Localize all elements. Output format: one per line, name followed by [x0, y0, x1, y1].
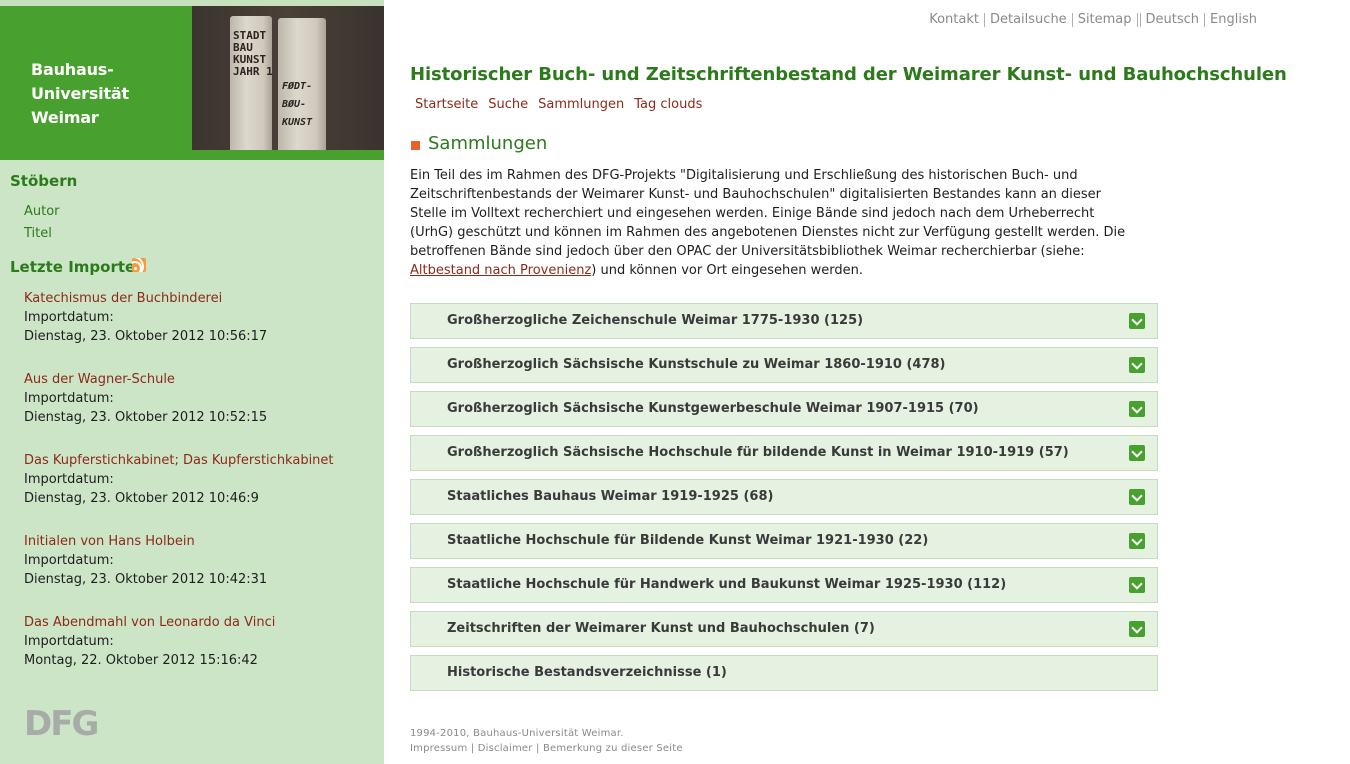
- top-navigation: Kontakt Detailsuche Sitemap Deutsch English: [924, 12, 1262, 27]
- import-title-link[interactable]: Aus der Wagner-Schule: [24, 370, 267, 389]
- collection-row[interactable]: Großherzoglich Sächsische Hochschule für…: [410, 435, 1158, 471]
- collection-label[interactable]: Staatliches Bauhaus Weimar 1919-1925 (68…: [447, 489, 773, 504]
- section-title: Sammlungen: [428, 133, 548, 154]
- import-date-value: Dienstag, 23. Oktober 2012 10:52:15: [24, 410, 268, 425]
- expand-chevron-icon[interactable]: [1129, 357, 1145, 373]
- breadcrumb: Startseite Suche Sammlungen Tag clouds: [415, 97, 712, 112]
- import-title-link[interactable]: Das Abendmahl von Leonardo da Vinci: [24, 613, 275, 632]
- collection-row[interactable]: Staatliches Bauhaus Weimar 1919-1925 (68…: [410, 479, 1158, 515]
- breadcrumb-home[interactable]: Startseite: [415, 97, 478, 112]
- browse-link-title[interactable]: Titel: [24, 226, 52, 241]
- breadcrumb-collections[interactable]: Sammlungen: [538, 97, 624, 112]
- provenance-link[interactable]: Altbestand nach Provenienz: [410, 263, 591, 278]
- import-title-link[interactable]: Katechismus der Buchbinderei: [24, 289, 267, 308]
- collection-row[interactable]: Zeitschriften der Weimarer Kunst und Bau…: [410, 611, 1158, 647]
- footer-link-disclaimer[interactable]: Disclaimer: [478, 743, 533, 754]
- logo-line-3: Weimar: [31, 108, 99, 127]
- collection-label[interactable]: Staatliche Hochschule für Handwerk und B…: [447, 577, 1006, 592]
- collection-label[interactable]: Zeitschriften der Weimarer Kunst und Bau…: [447, 621, 875, 636]
- section-bullet-icon: [411, 141, 420, 150]
- book-spine-2-text: FØDT- BØU- KUNST: [282, 81, 313, 128]
- import-date-label: Importdatum:: [24, 472, 114, 487]
- collection-row[interactable]: Historische Bestandsverzeichnisse (1): [410, 655, 1158, 691]
- nav-link-contact[interactable]: Kontakt: [924, 12, 984, 27]
- collection-row[interactable]: Staatliche Hochschule für Handwerk und B…: [410, 567, 1158, 603]
- nav-link-sitemap[interactable]: Sitemap: [1073, 12, 1137, 27]
- import-date-value: Dienstag, 23. Oktober 2012 10:56:17: [24, 329, 268, 344]
- book-spine-2: FØDT- BØU- KUNST: [278, 18, 326, 150]
- import-item: Das Abendmahl von Leonardo da Vinci Impo…: [24, 613, 275, 670]
- footer-links: Impressum | Disclaimer | Bemerkung zu di…: [410, 743, 683, 754]
- logo-line-1: Bauhaus-: [31, 60, 114, 79]
- import-date-value: Dienstag, 23. Oktober 2012 10:42:31: [24, 572, 268, 587]
- import-date-label: Importdatum:: [24, 553, 114, 568]
- collection-label[interactable]: Großherzoglich Sächsische Kunstschule zu…: [447, 357, 946, 372]
- collection-label[interactable]: Großherzogliche Zeichenschule Weimar 177…: [447, 313, 863, 328]
- import-item: Initialen von Hans Holbein Importdatum: …: [24, 532, 267, 589]
- browse-link-author[interactable]: Autor: [24, 204, 60, 219]
- footer-link-page-comment[interactable]: Bemerkung zu dieser Seite: [543, 743, 683, 754]
- footer: 1994-2010, Bauhaus-Universität Weimar. I…: [410, 726, 683, 756]
- intro-text-part-2: ) und können vor Ort eingesehen werden.: [591, 263, 863, 278]
- import-title-link[interactable]: Initialen von Hans Holbein: [24, 532, 267, 551]
- expand-chevron-icon[interactable]: [1129, 445, 1145, 461]
- breadcrumb-tag-clouds[interactable]: Tag clouds: [634, 97, 702, 112]
- collection-row[interactable]: Großherzogliche Zeichenschule Weimar 177…: [410, 303, 1158, 339]
- book-spine-1: STADT BAU KUNST JAHR 1: [230, 16, 273, 150]
- import-date-label: Importdatum:: [24, 310, 114, 325]
- browse-heading: Stöbern: [10, 172, 78, 190]
- intro-text-part-1: Ein Teil des im Rahmen des DFG-Projekts …: [410, 168, 1126, 259]
- collection-row[interactable]: Großherzoglich Sächsische Kunstgewerbesc…: [410, 391, 1158, 427]
- page-title: Historischer Buch- und Zeitschriftenbest…: [410, 64, 1287, 85]
- expand-chevron-icon[interactable]: [1129, 313, 1145, 329]
- book-spine-1-text: STADT BAU KUNST JAHR 1: [233, 29, 273, 78]
- university-logo[interactable]: Bauhaus- Universität Weimar: [0, 6, 192, 152]
- expand-chevron-icon[interactable]: [1129, 489, 1145, 505]
- expand-chevron-icon[interactable]: [1129, 621, 1145, 637]
- university-logo-text: Bauhaus- Universität Weimar: [31, 58, 129, 130]
- collection-label[interactable]: Staatliche Hochschule für Bildende Kunst…: [447, 533, 928, 548]
- nav-link-english[interactable]: English: [1205, 12, 1262, 27]
- import-item: Das Kupferstichkabinet; Das Kupferstichk…: [24, 451, 334, 508]
- header-green-bar: [0, 150, 384, 160]
- expand-chevron-icon[interactable]: [1129, 533, 1145, 549]
- import-date-label: Importdatum:: [24, 391, 114, 406]
- latest-imports-heading: Letzte Importe: [10, 258, 136, 276]
- intro-text: Ein Teil des im Rahmen des DFG-Projekts …: [410, 166, 1135, 280]
- nav-separator: [1136, 12, 1138, 27]
- import-title-link[interactable]: Das Kupferstichkabinet; Das Kupferstichk…: [24, 451, 334, 470]
- footer-link-imprint[interactable]: Impressum: [410, 743, 467, 754]
- rss-feed-icon[interactable]: [132, 258, 146, 272]
- import-item: Katechismus der Buchbinderei Importdatum…: [24, 289, 267, 346]
- collection-row[interactable]: Großherzoglich Sächsische Kunstschule zu…: [410, 347, 1158, 383]
- collection-label[interactable]: Großherzoglich Sächsische Kunstgewerbesc…: [447, 401, 979, 416]
- nav-link-german[interactable]: Deutsch: [1141, 12, 1205, 27]
- expand-chevron-icon[interactable]: [1129, 401, 1145, 417]
- import-date-value: Montag, 22. Oktober 2012 15:16:42: [24, 653, 258, 668]
- breadcrumb-search[interactable]: Suche: [488, 97, 528, 112]
- collection-label[interactable]: Historische Bestandsverzeichnisse (1): [447, 665, 727, 680]
- import-item: Aus der Wagner-Schule Importdatum: Diens…: [24, 370, 267, 427]
- logo-line-2: Universität: [31, 84, 129, 103]
- collection-row[interactable]: Staatliche Hochschule für Bildende Kunst…: [410, 523, 1158, 559]
- import-date-value: Dienstag, 23. Oktober 2012 10:46:9: [24, 491, 259, 506]
- sidebar: Bauhaus- Universität Weimar STADT BAU KU…: [0, 0, 384, 764]
- expand-chevron-icon[interactable]: [1129, 577, 1145, 593]
- dfg-logo[interactable]: DFG: [24, 706, 99, 742]
- collection-label[interactable]: Großherzoglich Sächsische Hochschule für…: [447, 445, 1069, 460]
- header-book-photo: STADT BAU KUNST JAHR 1 FØDT- BØU- KUNST: [192, 6, 384, 150]
- import-date-label: Importdatum:: [24, 634, 114, 649]
- nav-link-advanced-search[interactable]: Detailsuche: [985, 12, 1072, 27]
- footer-copyright: 1994-2010, Bauhaus-Universität Weimar.: [410, 728, 624, 739]
